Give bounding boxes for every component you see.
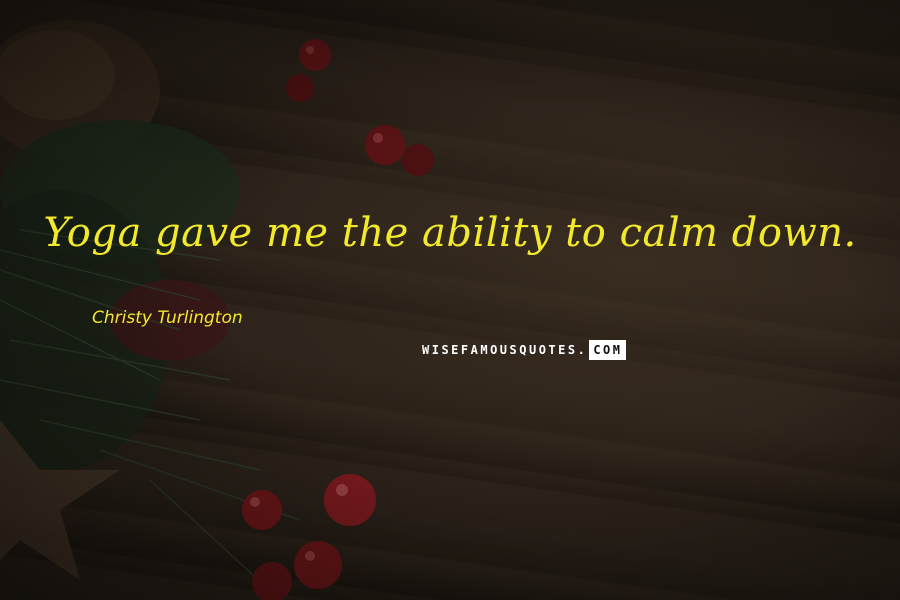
background-decoration (0, 20, 434, 600)
watermark-suffix: COM (589, 340, 626, 360)
berries-bottom (242, 474, 376, 600)
quote-author: Christy Turlington (92, 308, 243, 328)
watermark-main: WISEFAMOUSQUOTES. (422, 343, 588, 357)
watermark-logo: WISEFAMOUSQUOTES. COM (420, 340, 626, 360)
quote-image: Yoga gave me the ability to calm down. C… (0, 0, 900, 600)
berries-top (286, 39, 434, 176)
quote-text: Yoga gave me the ability to calm down. (43, 210, 857, 256)
